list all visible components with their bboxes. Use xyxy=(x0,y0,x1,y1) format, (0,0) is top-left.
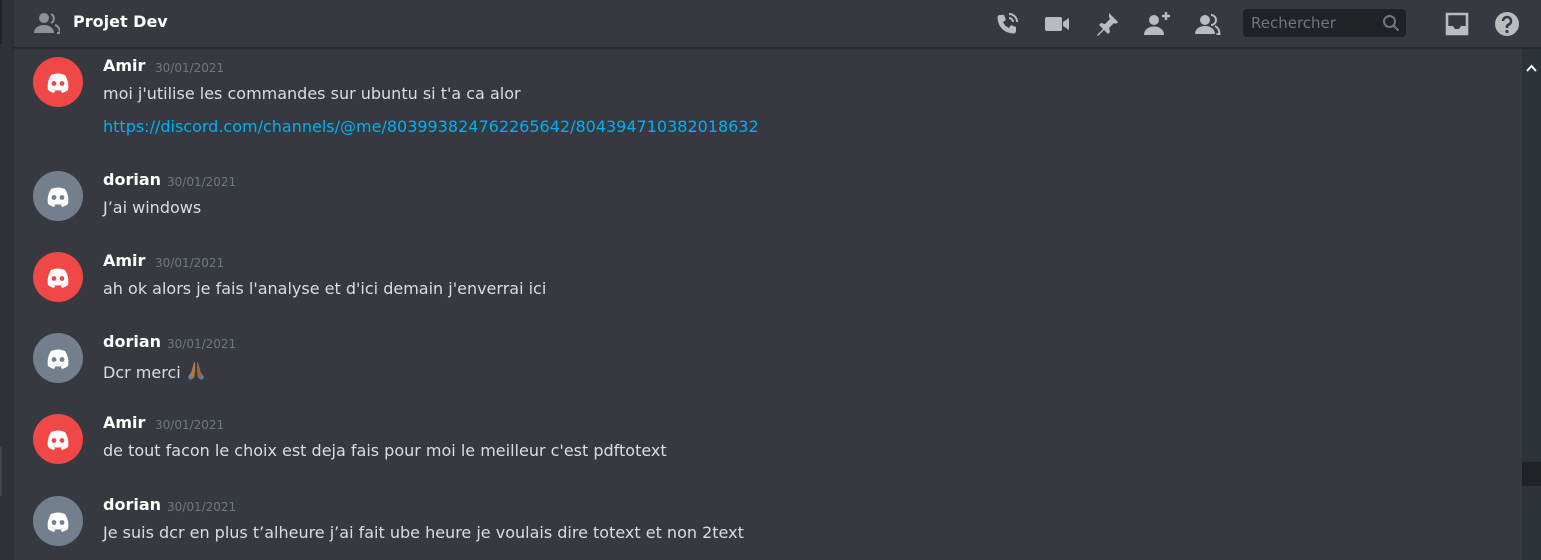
message-author[interactable]: Amir xyxy=(103,56,145,75)
discord-logo-icon xyxy=(33,430,83,468)
message-author[interactable]: dorian xyxy=(103,332,161,351)
pin-icon[interactable] xyxy=(1093,10,1121,38)
sidebar-divider xyxy=(0,446,2,496)
message-text: ah ok alors je fais l'analyse et d'ici d… xyxy=(103,279,547,298)
message-text: moi j'utilise les commandes sur ubuntu s… xyxy=(103,84,521,103)
channel-header: Projet Dev xyxy=(14,0,1541,48)
folded-hands-emoji-icon xyxy=(185,360,207,386)
message-author[interactable]: Amir xyxy=(103,413,145,432)
search-icon xyxy=(1382,14,1400,32)
message-timestamp: 30/01/2021 xyxy=(167,500,237,514)
channel-title: Projet Dev xyxy=(73,12,168,31)
avatar[interactable] xyxy=(33,496,83,546)
message-text: Dcr merci xyxy=(103,363,181,382)
message-scrollbar[interactable] xyxy=(1522,48,1541,560)
message-author[interactable]: dorian xyxy=(103,170,161,189)
message-timestamp: 30/01/2021 xyxy=(155,61,225,75)
message-author[interactable]: dorian xyxy=(103,495,161,514)
message-timestamp: 30/01/2021 xyxy=(155,418,225,432)
help-icon[interactable] xyxy=(1493,10,1521,38)
avatar[interactable] xyxy=(33,252,83,302)
avatar[interactable] xyxy=(33,333,83,383)
call-icon[interactable] xyxy=(993,10,1021,38)
scroll-up-arrow-icon[interactable] xyxy=(1526,57,1537,72)
message-timestamp: 30/01/2021 xyxy=(167,175,237,189)
avatar[interactable] xyxy=(33,171,83,221)
video-icon[interactable] xyxy=(1043,10,1071,38)
member-list-icon[interactable] xyxy=(1193,10,1221,38)
message-text: de tout facon le choix est deja fais pou… xyxy=(103,441,667,460)
discord-logo-icon xyxy=(33,512,83,550)
discord-logo-icon xyxy=(33,73,83,111)
add-member-icon[interactable] xyxy=(1143,10,1171,38)
discord-logo-icon xyxy=(33,268,83,306)
search-box[interactable] xyxy=(1243,9,1406,37)
group-dm-icon xyxy=(34,11,62,35)
message-timestamp: 30/01/2021 xyxy=(155,256,225,270)
avatar[interactable] xyxy=(33,57,83,107)
message-author[interactable]: Amir xyxy=(103,251,145,270)
server-sidebar-edge xyxy=(0,0,14,560)
discord-logo-icon xyxy=(33,349,83,387)
message-timestamp: 30/01/2021 xyxy=(167,337,237,351)
message-text-line: Dcr merci xyxy=(103,360,207,386)
search-input[interactable] xyxy=(1243,9,1378,37)
discord-logo-icon xyxy=(33,187,83,225)
scrollbar-thumb[interactable] xyxy=(1522,462,1541,486)
message-link[interactable]: https://discord.com/channels/@me/8039938… xyxy=(103,117,759,136)
message-text: J’ai windows xyxy=(103,198,202,217)
inbox-icon[interactable] xyxy=(1443,10,1471,38)
message-list: Amir 30/01/2021 moi j'utilise les comman… xyxy=(14,48,1522,560)
message-text: Je suis dcr en plus t’alheure j’ai fait … xyxy=(103,523,744,542)
avatar[interactable] xyxy=(33,414,83,464)
sidebar-divider xyxy=(0,0,2,44)
